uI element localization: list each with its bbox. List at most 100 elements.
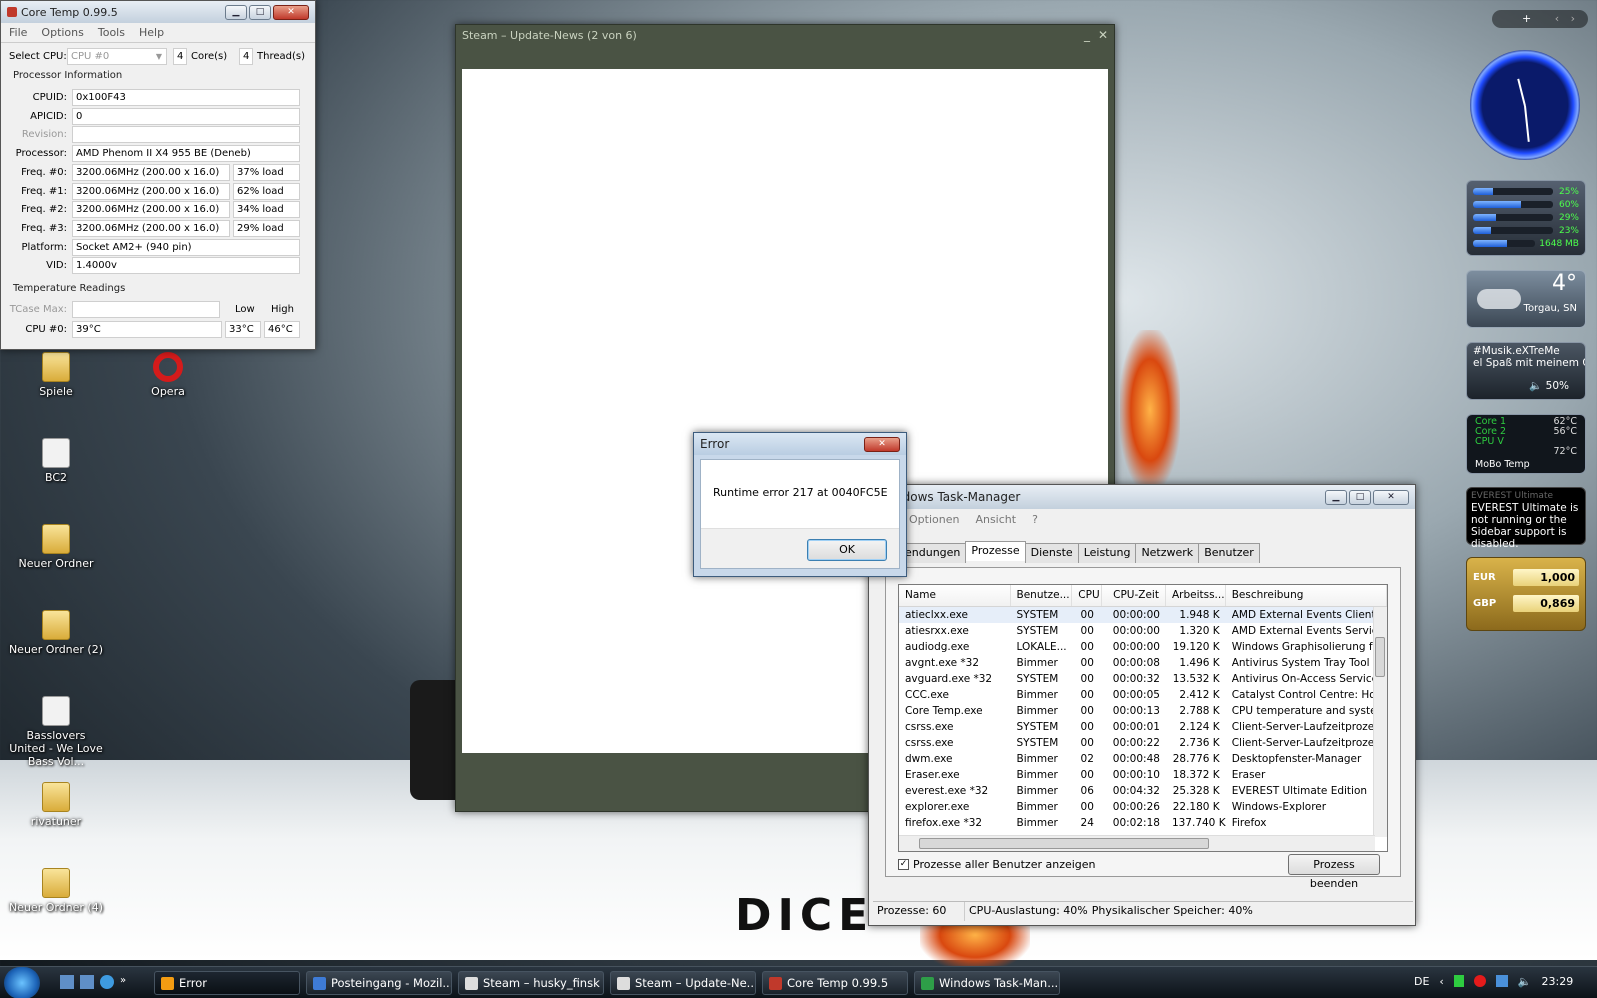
column-memory[interactable]: Arbeitss... — [1166, 585, 1226, 606]
chevron-right-icon[interactable]: › — [1571, 12, 1575, 25]
table-row[interactable]: csrss.exe SYSTEM 00 00:00:01 2.124 K Client-S… — [899, 719, 1387, 735]
ok-button[interactable]: OK — [807, 539, 887, 561]
minimize-icon[interactable]: _ — [1084, 28, 1090, 42]
maximize-button[interactable]: □ — [1349, 489, 1371, 505]
table-row[interactable]: csrss.exe SYSTEM 00 00:00:22 2.736 K Client-S… — [899, 735, 1387, 751]
checkbox-checked-icon[interactable]: ✓ — [898, 859, 909, 870]
currency-value[interactable]: 0,869 — [1513, 594, 1579, 612]
process-name: Core Temp.exe — [905, 705, 983, 717]
minimize-button[interactable]: ▁ — [1325, 489, 1347, 505]
currency-code[interactable]: GBP — [1473, 598, 1507, 609]
tab-benutzer[interactable]: Benutzer — [1198, 543, 1260, 563]
menu-ansicht[interactable]: Ansicht — [975, 513, 1016, 526]
show-all-processes[interactable]: ✓ Prozesse aller Benutzer anzeigen — [898, 858, 1096, 871]
table-row[interactable]: everest.exe *32 Bimmer 06 00:04:32 25.328 K E… — [899, 783, 1387, 799]
vertical-scrollbar[interactable] — [1373, 607, 1387, 837]
process-list[interactable]: Name Benutze... CPU CPU-Zeit Arbeitss...… — [898, 584, 1388, 852]
tab-netzwerk[interactable]: Netzwerk — [1135, 543, 1200, 563]
table-row[interactable]: Core Temp.exe Bimmer 00 00:00:13 2.788 K CPU … — [899, 703, 1387, 719]
column-user[interactable]: Benutze... — [1011, 585, 1073, 606]
end-process-button[interactable]: Prozess beenden — [1288, 854, 1380, 890]
desktop-icon[interactable]: Opera — [120, 352, 216, 398]
tab-dienste[interactable]: Dienste — [1024, 543, 1079, 563]
minimize-button[interactable]: ▁ — [225, 4, 247, 20]
menu-help[interactable]: Help — [139, 26, 164, 39]
chevron-left-icon[interactable]: ‹ — [1555, 12, 1559, 25]
table-row[interactable]: avguard.exe *32 SYSTEM 00 00:00:32 13.532 K A… — [899, 671, 1387, 687]
volume-control[interactable]: 🔈 50% — [1529, 379, 1569, 392]
horizontal-scrollbar[interactable] — [899, 835, 1375, 851]
table-row[interactable]: Eraser.exe Bimmer 00 00:00:10 18.372 K Eraser — [899, 767, 1387, 783]
column-name[interactable]: Name — [899, 585, 1011, 606]
menu-tools[interactable]: Tools — [98, 26, 125, 39]
language-indicator[interactable]: DE — [1414, 975, 1429, 988]
cpu0-temp-low: 33°C — [225, 321, 261, 338]
tab-anwendungen[interactable]: endungen — [899, 543, 967, 563]
task-manager-window[interactable]: ndows Task-Manager ▁ □ ✕ Optionen Ansich… — [868, 484, 1416, 926]
maximize-button[interactable]: □ — [249, 4, 271, 20]
table-row[interactable]: explorer.exe Bimmer 00 00:00:26 22.180 K Wind… — [899, 799, 1387, 815]
cpu-meter-row: 23% — [1473, 224, 1579, 237]
taskbar-button[interactable]: Steam – husky_finsk — [458, 971, 604, 995]
column-cpu-time[interactable]: CPU-Zeit — [1102, 585, 1166, 606]
desktop-icon[interactable]: BC2 — [8, 438, 104, 484]
table-row[interactable]: audiodg.exe LOKALE... 00 00:00:00 19.120 K Wi… — [899, 639, 1387, 655]
taskmgr-titlebar[interactable]: ndows Task-Manager ▁ □ ✕ — [869, 485, 1415, 509]
close-button[interactable]: ✕ — [1373, 489, 1409, 505]
close-icon[interactable]: ✕ — [1098, 28, 1108, 42]
more-chevron-icon[interactable]: » — [120, 975, 126, 989]
switch-windows-icon[interactable] — [80, 975, 94, 989]
radio-gadget[interactable]: #Musik.eXTreMe el Spaß mit meinem Ga 🔈 5… — [1466, 342, 1586, 400]
desktop-icon[interactable]: Neuer Ordner (2) — [8, 610, 104, 656]
column-description[interactable]: Beschreibung — [1226, 585, 1387, 606]
tray-expand-icon[interactable]: ‹ — [1439, 975, 1443, 988]
menu-optionen[interactable]: Optionen — [909, 513, 959, 526]
taskbar-button[interactable]: Error — [154, 971, 300, 995]
desktop-icon[interactable]: Neuer Ordner (4) — [8, 868, 104, 914]
tab-leistung[interactable]: Leistung — [1077, 543, 1137, 563]
menu-help[interactable]: ? — [1032, 513, 1038, 526]
coretemp-window[interactable]: Core Temp 0.99.5 ▁ □ ✕ File Options Tool… — [0, 0, 316, 350]
taskbar-button[interactable]: Steam – Update-Ne... — [610, 971, 756, 995]
desktop-icon[interactable]: Basslovers United - We Love Bass Vol... — [8, 696, 104, 768]
desktop-icon[interactable]: rivatuner — [8, 782, 104, 828]
show-desktop-icon[interactable] — [60, 975, 74, 989]
scroll-thumb[interactable] — [1375, 637, 1385, 677]
error-dialog[interactable]: Error ✕ Runtime error 217 at 0040FC5E OK — [693, 432, 907, 577]
clock-gadget[interactable] — [1470, 50, 1580, 160]
currency-code[interactable]: EUR — [1473, 572, 1507, 583]
table-row[interactable]: CCC.exe Bimmer 00 00:00:05 2.412 K Catalyst C… — [899, 687, 1387, 703]
internet-explorer-icon[interactable] — [100, 975, 114, 989]
desktop-icon[interactable]: Neuer Ordner — [8, 524, 104, 570]
currency-value[interactable]: 1,000 — [1513, 568, 1579, 586]
steam-titlebar[interactable]: Steam – Update-News (2 von 6) _ ✕ — [456, 25, 1114, 45]
cpu-select[interactable]: CPU #0 ▼ — [67, 48, 167, 65]
start-button[interactable] — [4, 967, 40, 998]
everest-title: EVEREST Ultimate — [1471, 491, 1554, 501]
table-row[interactable]: avgnt.exe *32 Bimmer 00 00:00:08 1.496 K Anti… — [899, 655, 1387, 671]
tab-prozesse[interactable]: Prozesse — [965, 541, 1026, 561]
temp-rows: Core 1 62°C Core 2 56°C CPU V 72°C — [1475, 417, 1577, 457]
tray-app-icon[interactable] — [1453, 975, 1464, 987]
scroll-thumb[interactable] — [919, 838, 1209, 849]
tray-antivirus-icon[interactable] — [1473, 975, 1486, 987]
taskbar-button[interactable]: Core Temp 0.99.5 — [762, 971, 908, 995]
add-gadget-icon[interactable]: + — [1522, 12, 1531, 25]
table-row[interactable]: dwm.exe Bimmer 02 00:00:48 28.776 K Desktopfe… — [899, 751, 1387, 767]
table-row[interactable]: firefox.exe *32 Bimmer 24 00:02:18 137.740 K… — [899, 815, 1387, 831]
table-row[interactable]: atieclxx.exe SYSTEM 00 00:00:00 1.948 K AMD E… — [899, 607, 1387, 623]
error-titlebar[interactable]: Error ✕ — [694, 433, 906, 455]
network-icon[interactable] — [1495, 975, 1508, 987]
table-row[interactable]: atiesrxx.exe SYSTEM 00 00:00:00 1.320 K AMD E… — [899, 623, 1387, 639]
volume-icon[interactable]: 🔈 — [1518, 975, 1532, 988]
taskbar-button[interactable]: Windows Task-Man... — [914, 971, 1060, 995]
menu-options[interactable]: Options — [41, 26, 83, 39]
close-button[interactable]: ✕ — [864, 436, 900, 452]
taskbar-button[interactable]: Posteingang - Mozil... — [306, 971, 452, 995]
column-cpu[interactable]: CPU — [1072, 585, 1103, 606]
close-button[interactable]: ✕ — [273, 4, 309, 20]
menu-file[interactable]: File — [9, 26, 27, 39]
coretemp-titlebar[interactable]: Core Temp 0.99.5 ▁ □ ✕ — [1, 1, 315, 23]
clock[interactable]: 23:29 — [1542, 975, 1574, 988]
desktop-icon[interactable]: Spiele — [8, 352, 104, 398]
